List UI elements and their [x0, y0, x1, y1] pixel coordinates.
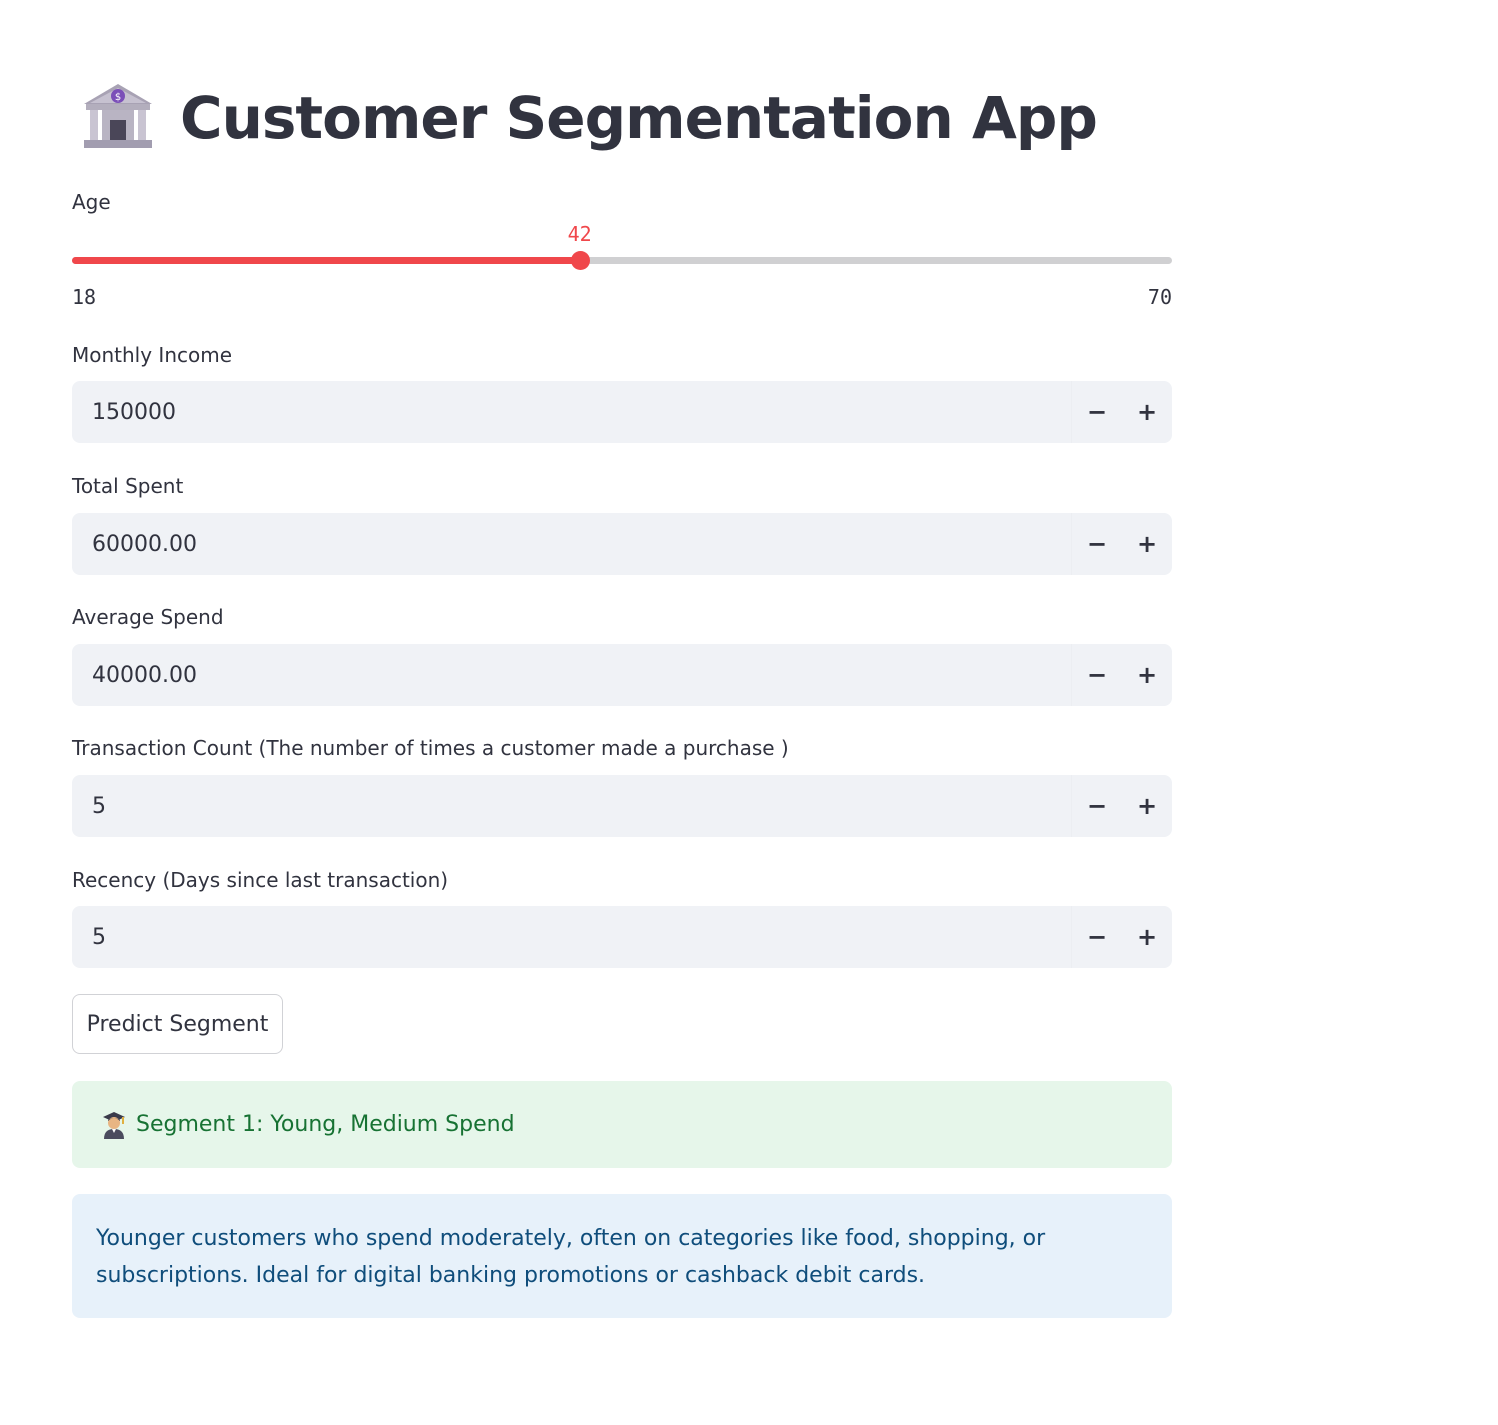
predict-segment-button[interactable]: Predict Segment — [72, 994, 283, 1054]
segment-result-alert: Segment 1: Young, Medium Spend — [72, 1081, 1172, 1168]
transaction-count-input: 5 − + — [72, 775, 1172, 837]
student-icon — [102, 1111, 126, 1139]
age-label: Age — [72, 190, 111, 214]
age-slider-max: 70 — [1147, 285, 1172, 309]
total-spent-decrement-button[interactable]: − — [1071, 513, 1122, 575]
monthly-income-field[interactable]: 150000 — [72, 381, 1071, 443]
segment-result-text: Segment 1: Young, Medium Spend — [136, 1112, 515, 1137]
svg-text:$: $ — [115, 92, 121, 103]
recency-label: Recency (Days since last transaction) — [72, 868, 449, 892]
age-slider-value: 42 — [567, 222, 592, 246]
average-spend-field[interactable]: 40000.00 — [72, 644, 1071, 706]
monthly-income-increment-button[interactable]: + — [1122, 381, 1172, 443]
total-spent-increment-button[interactable]: + — [1122, 513, 1172, 575]
recency-decrement-button[interactable]: − — [1071, 906, 1122, 968]
recency-input: 5 − + — [72, 906, 1172, 968]
transaction-count-decrement-button[interactable]: − — [1071, 775, 1122, 837]
total-spent-field[interactable]: 60000.00 — [72, 513, 1071, 575]
recency-increment-button[interactable]: + — [1122, 906, 1172, 968]
transaction-count-field[interactable]: 5 — [72, 775, 1071, 837]
bank-icon: $ — [80, 80, 156, 156]
total-spent-label: Total Spent — [72, 474, 184, 498]
transaction-count-label: Transaction Count (The number of times a… — [72, 736, 789, 760]
segment-description-alert: Younger customers who spend moderately, … — [72, 1194, 1172, 1318]
age-slider[interactable] — [72, 251, 1172, 270]
recency-field[interactable]: 5 — [72, 906, 1071, 968]
age-slider-fill — [72, 257, 580, 264]
average-spend-decrement-button[interactable]: − — [1071, 644, 1122, 706]
transaction-count-increment-button[interactable]: + — [1122, 775, 1172, 837]
average-spend-input: 40000.00 − + — [72, 644, 1172, 706]
total-spent-input: 60000.00 − + — [72, 513, 1172, 575]
monthly-income-input: 150000 − + — [72, 381, 1172, 443]
age-slider-thumb[interactable] — [570, 251, 590, 270]
age-slider-min: 18 — [72, 285, 97, 309]
average-spend-increment-button[interactable]: + — [1122, 644, 1172, 706]
segment-description-text: Younger customers who spend moderately, … — [96, 1226, 1046, 1288]
monthly-income-decrement-button[interactable]: − — [1071, 381, 1122, 443]
page-title: Customer Segmentation App — [180, 84, 1098, 152]
average-spend-label: Average Spend — [72, 605, 224, 629]
monthly-income-label: Monthly Income — [72, 343, 233, 367]
title-row: $ Customer Segmentation App — [80, 78, 1098, 158]
